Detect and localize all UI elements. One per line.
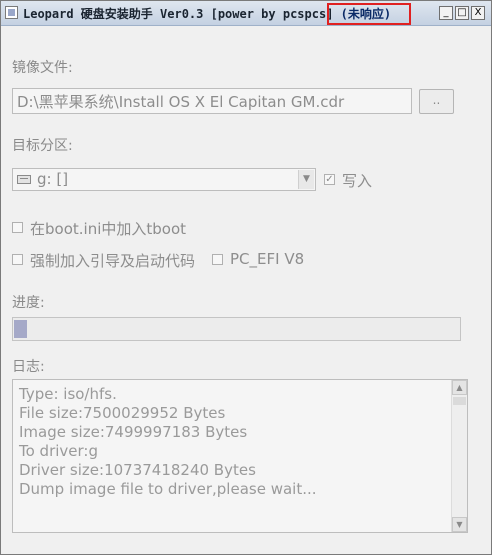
scroll-down-button[interactable]: ▼ [452,517,467,532]
scroll-thumb[interactable] [453,397,466,405]
progress-label: 进度: [12,295,45,311]
partition-selected-value: g: [] [37,170,69,188]
force-boot-checkbox[interactable] [12,254,23,265]
log-lines: Type: iso/hfs. File size:7500029952 Bytes… [19,385,317,499]
app-window: Leopard 硬盘安装助手 Ver0.3 [power by pcspcs] … [0,0,492,555]
target-partition-label: 目标分区: [12,138,73,154]
image-file-path-field[interactable]: D:\黑苹果系统\Install OS X El Capitan GM.cdr [12,88,412,114]
pc-efi-label[interactable]: PC_EFI V8 [230,250,304,268]
progress-bar [12,317,461,341]
partition-select[interactable]: g: [] ▼ [12,168,316,191]
chevron-down-icon[interactable]: ▼ [298,170,314,189]
write-label[interactable]: 写入 [342,170,372,191]
log-line: To driver:g [19,442,98,460]
minimize-button[interactable]: _ [439,6,453,20]
scroll-up-button[interactable]: ▲ [452,380,467,395]
progress-fill [14,320,27,338]
image-file-label: 镜像文件: [12,60,73,76]
write-checkbox[interactable]: ✓ [324,174,335,185]
drive-icon [17,175,31,184]
log-scrollbar[interactable]: ▲ ▼ [451,380,467,532]
app-icon[interactable] [5,6,18,19]
browse-button[interactable]: .. [419,89,454,114]
log-textarea[interactable]: Type: iso/hfs. File size:7500029952 Bytes… [12,379,468,533]
title-bar[interactable]: Leopard 硬盘安装助手 Ver0.3 [power by pcspcs] … [1,1,491,26]
boot-ini-checkbox[interactable] [12,222,23,233]
log-line: Image size:7499997183 Bytes [19,423,248,441]
highlight-box [327,3,411,25]
log-line: File size:7500029952 Bytes [19,404,226,422]
force-boot-label[interactable]: 强制加入引导及启动代码 [30,250,195,271]
maximize-button[interactable]: □ [455,6,469,20]
log-line: Driver size:10737418240 Bytes [19,461,256,479]
log-line: Dump image file to driver,please wait... [19,480,317,498]
pc-efi-checkbox[interactable] [212,254,223,265]
window-title-text: Leopard 硬盘安装助手 Ver0.3 [power by pcspcs] [23,7,334,21]
boot-ini-label[interactable]: 在boot.ini中加入tboot [30,218,186,239]
close-button[interactable]: X [471,6,485,20]
log-label: 日志: [12,359,45,375]
log-line: Type: iso/hfs. [19,385,117,403]
